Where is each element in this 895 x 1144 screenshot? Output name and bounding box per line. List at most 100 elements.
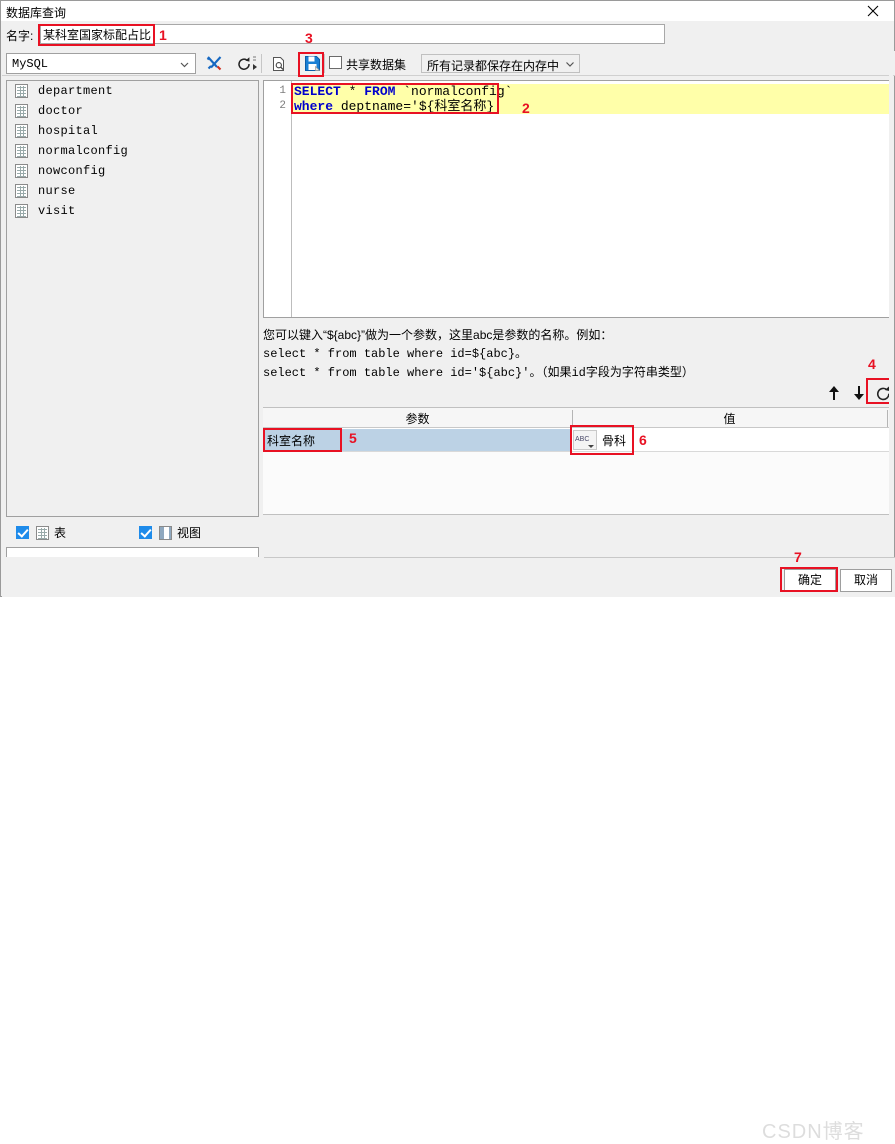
sql-token: SELECT [294,84,341,99]
table-icon [15,124,28,138]
sql-code-area[interactable]: SELECT * FROM `normalconfig` where deptn… [292,81,890,317]
tree-filter-row: 表 视图 [6,521,259,545]
tree-item[interactable]: nowconfig [7,161,258,181]
annotation-number-2: 2 [522,100,530,116]
parameter-table-header: 参数 值 [263,408,891,428]
filter-table-label: 表 [54,526,67,540]
sql-token: where [294,99,334,114]
dialog-footer: CSDN博客 确定 取消 [2,557,895,1143]
window-title: 数据库查询 [6,6,67,20]
tree-item-label: doctor [38,104,84,118]
table-row[interactable]: 科室名称 ABC 骨科 [263,429,891,452]
move-param-up-button[interactable] [823,382,845,404]
chevron-down-icon [564,58,576,70]
preview-button[interactable] [268,53,290,74]
view-icon [159,525,172,540]
tree-item-label: hospital [38,124,99,138]
tree-item[interactable]: hospital [7,121,258,141]
annotation-number-3: 3 [305,30,313,46]
annotation-number-1: 1 [159,27,167,43]
param-name-cell[interactable]: 科室名称 [263,429,572,451]
parameter-table[interactable]: 参数 值 科室名称 ABC 骨科 [263,407,891,515]
tree-item-label: nurse [38,184,76,198]
db-type-value: MySQL [12,57,49,71]
move-param-down-button[interactable] [848,382,870,404]
title-bar: 数据库查询 [1,1,894,21]
sql-line[interactable]: SELECT * FROM `normalconfig` [292,84,890,99]
dataset-name-input[interactable] [40,24,665,44]
abc-type-icon[interactable]: ABC [573,430,597,450]
tree-item-label: normalconfig [38,144,129,158]
name-label: 名字: [6,29,34,43]
wrench-screwdriver-icon [206,56,221,71]
table-icon [36,525,49,540]
tree-item[interactable]: normalconfig [7,141,258,161]
param-value-cell[interactable]: ABC 骨科 [572,429,891,451]
memory-mode-select[interactable]: 所有记录都保存在内存中 [421,54,580,73]
tree-item[interactable]: doctor [7,101,258,121]
database-query-dialog: 数据库查询 名字: 1 MySQL [0,0,895,1143]
close-button[interactable] [854,1,892,21]
param-value-text: 骨科 [602,433,627,448]
filter-view[interactable]: 视图 [139,524,201,541]
arrow-up-icon [829,386,839,400]
name-row: 名字: [1,23,894,47]
column-divider[interactable] [887,410,888,427]
memory-mode-value: 所有记录都保存在内存中 [427,59,560,73]
annotation-number-4: 4 [868,356,876,372]
filter-table[interactable]: 表 [16,524,66,541]
cancel-button[interactable]: 取消 [840,569,892,592]
tree-item[interactable]: nurse [7,181,258,201]
table-icon [15,144,28,158]
query-editor-area: 1 2 SELECT * FROM `normalconfig` where d… [263,80,891,546]
close-icon [867,5,879,17]
annotation-number-5: 5 [349,430,357,446]
sql-token: deptname='${科室名称}' [333,99,503,114]
tools-button[interactable] [203,53,225,74]
sql-token: `normalconfig` [395,84,513,99]
toolbar: MySQL 共享数据集 所有记录都保存在内存中 [2,51,895,76]
help-line-2: select * from table where id=${abc}。 [263,347,528,361]
param-name-value: 科室名称 [267,434,316,448]
tree-item-label: nowconfig [38,164,106,178]
filter-view-label: 视图 [177,526,202,540]
table-icon [15,104,28,118]
dialog-scroll-gutter[interactable] [889,22,893,556]
column-header-param: 参数 [405,412,430,426]
object-tree-panel[interactable]: department doctor hospital normalconfig … [6,80,259,517]
save-dataset-icon [304,56,320,71]
preview-document-icon [273,56,284,71]
share-dataset-checkbox[interactable] [329,56,342,69]
line-number: 2 [279,100,286,112]
sql-editor[interactable]: 1 2 SELECT * FROM `normalconfig` where d… [263,80,891,318]
arrow-down-icon [854,386,864,400]
refresh-icon [238,56,250,70]
tree-item-label: visit [38,204,76,218]
ok-button[interactable]: 确定 [784,569,836,592]
tree-item[interactable]: department [7,81,258,101]
table-icon [15,184,28,198]
toolbar-overflow-icon[interactable] [252,55,258,72]
parameter-table-empty-area [263,452,891,514]
annotation-number-6: 6 [639,432,647,448]
tree-item-label: department [38,84,114,98]
watermark: CSDN博客 [762,1121,865,1143]
line-number: 1 [279,85,286,97]
table-filter-checkbox[interactable] [16,526,29,539]
tree-item[interactable]: visit [7,201,258,221]
sql-token: * [340,84,365,99]
help-line-1: 您可以键入“${abc}”做为一个参数，这里abc是参数的名称。例如： [263,328,613,342]
share-dataset-label: 共享数据集 [346,58,407,72]
view-filter-checkbox[interactable] [139,526,152,539]
parameter-toolbar [263,380,891,406]
sql-token: FROM [364,84,396,99]
sql-line[interactable]: where deptname='${科室名称}' [292,99,890,114]
line-number-gutter: 1 2 [264,81,292,317]
parameter-help-text: 您可以键入“${abc}”做为一个参数，这里abc是参数的名称。例如： sele… [263,326,891,386]
db-type-select[interactable]: MySQL [6,53,196,74]
save-dataset-button[interactable] [301,53,323,74]
column-header-value: 值 [723,412,736,426]
annotation-number-7: 7 [794,549,802,565]
table-icon [15,84,28,98]
chevron-down-icon [178,58,191,71]
